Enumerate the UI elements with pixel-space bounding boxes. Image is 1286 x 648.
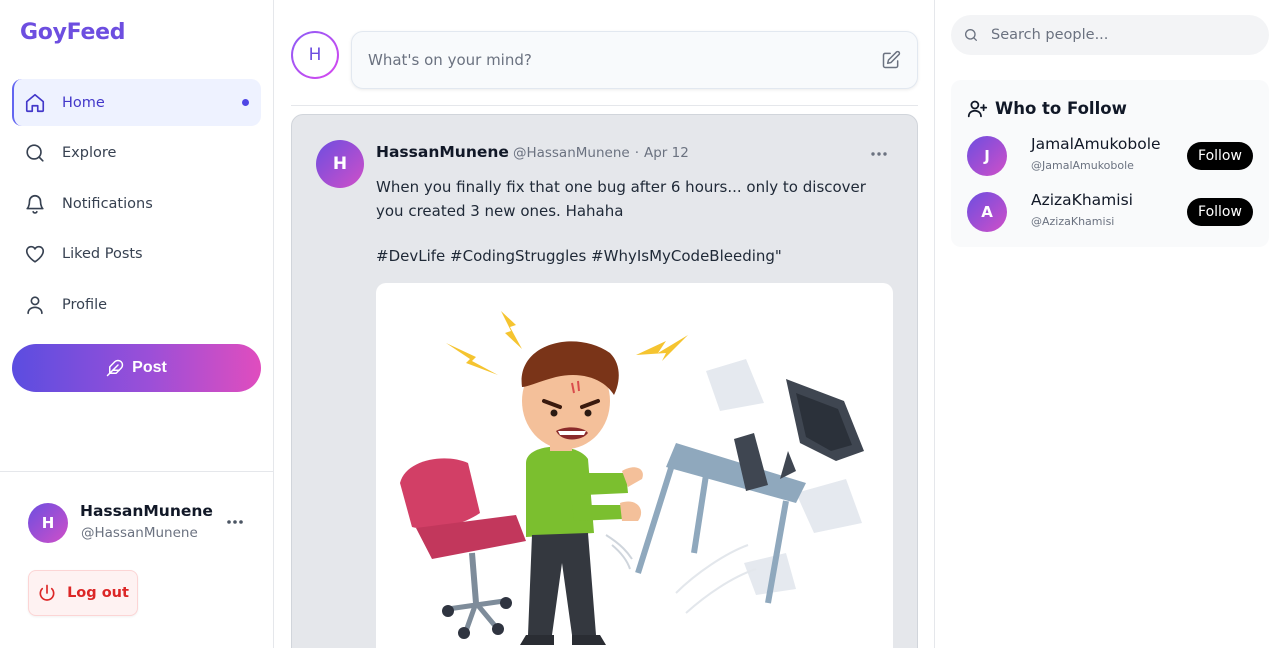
current-user-panel: H HassanMunene @HassanMunene Log out	[0, 471, 273, 648]
feather-icon	[106, 359, 124, 377]
active-indicator-dot	[242, 99, 249, 106]
follow-button[interactable]: Follow	[1187, 198, 1253, 226]
avatar[interactable]: J	[967, 136, 1007, 176]
avatar[interactable]: A	[967, 192, 1007, 232]
left-sidebar: GoyFeed Home Explore Notifications Liked…	[0, 0, 274, 648]
post-date: Apr 12	[643, 145, 689, 161]
composer-avatar-initial: H	[293, 33, 337, 77]
post-button-label: Post	[132, 359, 167, 376]
post-separator: ·	[634, 145, 639, 161]
avatar[interactable]: H	[28, 503, 68, 543]
nav-item-label: Explore	[62, 145, 117, 161]
who-to-follow-title: Who to Follow	[967, 98, 1127, 119]
more-options-icon[interactable]	[869, 148, 889, 160]
current-user-handle: @HassanMunene	[81, 525, 198, 541]
search-icon	[24, 142, 46, 164]
home-icon	[24, 92, 46, 114]
user-icon	[24, 294, 46, 316]
post-handle: @HassanMunene	[512, 145, 630, 161]
suggestion-handle: @AzizaKhamisi	[1031, 215, 1115, 228]
avatar[interactable]: H	[316, 140, 364, 188]
nav-item-notifications[interactable]: Notifications	[12, 180, 261, 227]
post-image[interactable]	[376, 283, 893, 648]
heart-icon	[24, 243, 46, 265]
composer-avatar: H	[291, 31, 339, 79]
post-text: When you finally fix that one bug after …	[376, 178, 866, 220]
bell-icon	[24, 193, 46, 215]
composer-input[interactable]: What's on your mind?	[351, 31, 918, 89]
who-to-follow-panel: Who to Follow J JamalAmukobole @JamalAmu…	[951, 80, 1269, 247]
nav-item-label: Liked Posts	[62, 246, 143, 262]
feed: H What's on your mind? H HassanMunene @H…	[274, 0, 935, 648]
post-author[interactable]: HassanMunene	[376, 143, 509, 161]
logout-button[interactable]: Log out	[28, 570, 138, 616]
nav-item-label: Profile	[62, 296, 108, 313]
logout-label: Log out	[67, 585, 129, 601]
nav-item-profile[interactable]: Profile	[12, 281, 261, 328]
suggestion-handle: @JamalAmukobole	[1031, 159, 1134, 172]
post-card[interactable]: H HassanMunene @HassanMunene · Apr 12 Wh…	[291, 114, 918, 648]
suggestion-row: A AzizaKhamisi @AzizaKhamisi Follow	[967, 190, 1257, 234]
power-icon	[37, 583, 57, 603]
app-logo[interactable]: GoyFeed	[20, 20, 125, 45]
suggestion-row: J JamalAmukobole @JamalAmukobole Follow	[967, 134, 1257, 178]
main-nav: Home Explore Notifications Liked Posts P…	[12, 79, 261, 332]
edit-icon[interactable]	[881, 50, 901, 70]
composer-placeholder: What's on your mind?	[368, 51, 532, 69]
suggestion-name[interactable]: JamalAmukobole	[1031, 135, 1161, 153]
nav-item-label: Home	[62, 94, 105, 111]
frustrated-developer-illustration	[400, 311, 864, 645]
nav-item-explore[interactable]: Explore	[12, 130, 261, 177]
nav-item-liked-posts[interactable]: Liked Posts	[12, 231, 261, 278]
nav-item-label: Notifications	[62, 195, 153, 212]
post-hashtags: #DevLife #CodingStruggles #WhyIsMyCodeBl…	[376, 247, 782, 265]
current-user-name: HassanMunene	[80, 502, 213, 520]
follow-button[interactable]: Follow	[1187, 142, 1253, 170]
post-button[interactable]: Post	[12, 344, 261, 392]
post-header: HassanMunene @HassanMunene · Apr 12	[376, 143, 689, 161]
search-icon	[963, 27, 979, 43]
more-options-icon[interactable]	[224, 514, 246, 530]
who-to-follow-heading: Who to Follow	[995, 99, 1127, 118]
divider	[291, 105, 918, 106]
suggestion-name[interactable]: AzizaKhamisi	[1031, 191, 1133, 209]
nav-item-home[interactable]: Home	[12, 79, 261, 126]
people-search[interactable]	[951, 15, 1269, 55]
search-input[interactable]	[991, 27, 1251, 43]
add-user-icon	[967, 98, 988, 119]
